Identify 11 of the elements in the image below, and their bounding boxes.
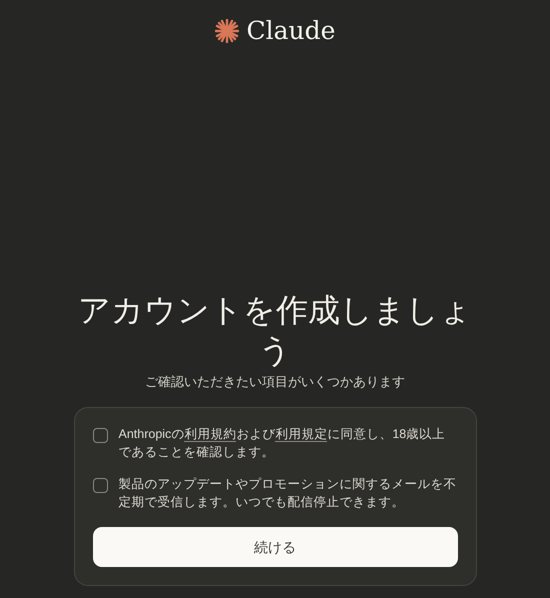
page-heading: アカウントを作成しましょう	[77, 290, 473, 370]
logo-icon	[214, 18, 239, 43]
terms-link[interactable]: 利用規定	[275, 427, 328, 442]
checkbox[interactable]	[92, 428, 108, 443]
subtitle: ご確認いただきたい項目がいくつかあります	[145, 372, 405, 390]
consent-text: Anthropicの利用規約および利用規定に同意し、18歳以上であることを確認します。	[118, 426, 446, 461]
consent-text: 製品のアップデートやプロモーションに関するメールを不定期で受信します。いつでも配信停止できます。	[118, 476, 458, 511]
logo-wordmark: Claude	[246, 15, 336, 47]
continue-button[interactable]: 続ける	[92, 527, 458, 567]
terms-link[interactable]: 利用規約	[184, 427, 236, 442]
checkbox[interactable]	[92, 478, 108, 493]
